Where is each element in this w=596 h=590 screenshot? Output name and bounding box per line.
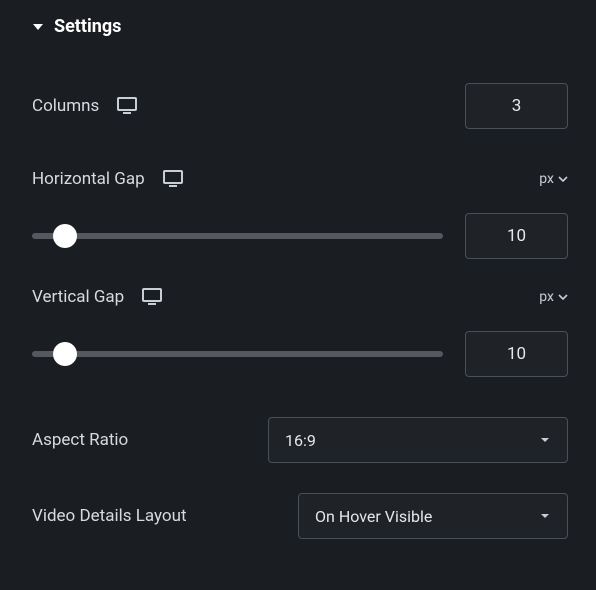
hgap-slider[interactable] [32, 228, 443, 244]
chevron-down-icon [558, 292, 568, 302]
hgap-unit-label: px [539, 171, 554, 187]
hgap-unit-select[interactable]: px [539, 171, 568, 187]
vertical-gap-row: Vertical Gap px [32, 287, 568, 377]
vgap-label: Vertical Gap [32, 287, 124, 307]
columns-input[interactable] [465, 83, 568, 129]
vgap-unit-label: px [539, 289, 554, 305]
aspect-ratio-value: 16:9 [285, 431, 316, 450]
desktop-icon[interactable] [142, 288, 162, 306]
slider-track [32, 351, 443, 357]
video-details-value: On Hover Visible [315, 507, 432, 526]
section-title: Settings [54, 16, 121, 37]
desktop-icon[interactable] [163, 170, 183, 188]
columns-row: Columns [32, 83, 568, 129]
slider-track [32, 233, 443, 239]
horizontal-gap-row: Horizontal Gap px [32, 169, 568, 259]
vgap-unit-select[interactable]: px [539, 289, 568, 305]
slider-thumb[interactable] [53, 224, 77, 248]
slider-thumb[interactable] [53, 342, 77, 366]
section-header[interactable]: Settings [32, 16, 568, 37]
video-details-row: Video Details Layout On Hover Visible [32, 493, 568, 539]
hgap-input[interactable] [465, 213, 568, 259]
chevron-down-icon [558, 174, 568, 184]
desktop-icon[interactable] [117, 97, 137, 115]
vgap-slider[interactable] [32, 346, 443, 362]
video-details-label: Video Details Layout [32, 506, 187, 526]
aspect-ratio-label: Aspect Ratio [32, 430, 128, 450]
caret-down-icon [32, 21, 44, 33]
columns-label: Columns [32, 96, 99, 116]
aspect-ratio-select[interactable]: 16:9 [268, 417, 568, 463]
aspect-ratio-row: Aspect Ratio 16:9 [32, 417, 568, 463]
video-details-select[interactable]: On Hover Visible [298, 493, 568, 539]
hgap-label: Horizontal Gap [32, 169, 145, 189]
caret-down-icon [539, 431, 551, 450]
vgap-input[interactable] [465, 331, 568, 377]
caret-down-icon [539, 507, 551, 526]
